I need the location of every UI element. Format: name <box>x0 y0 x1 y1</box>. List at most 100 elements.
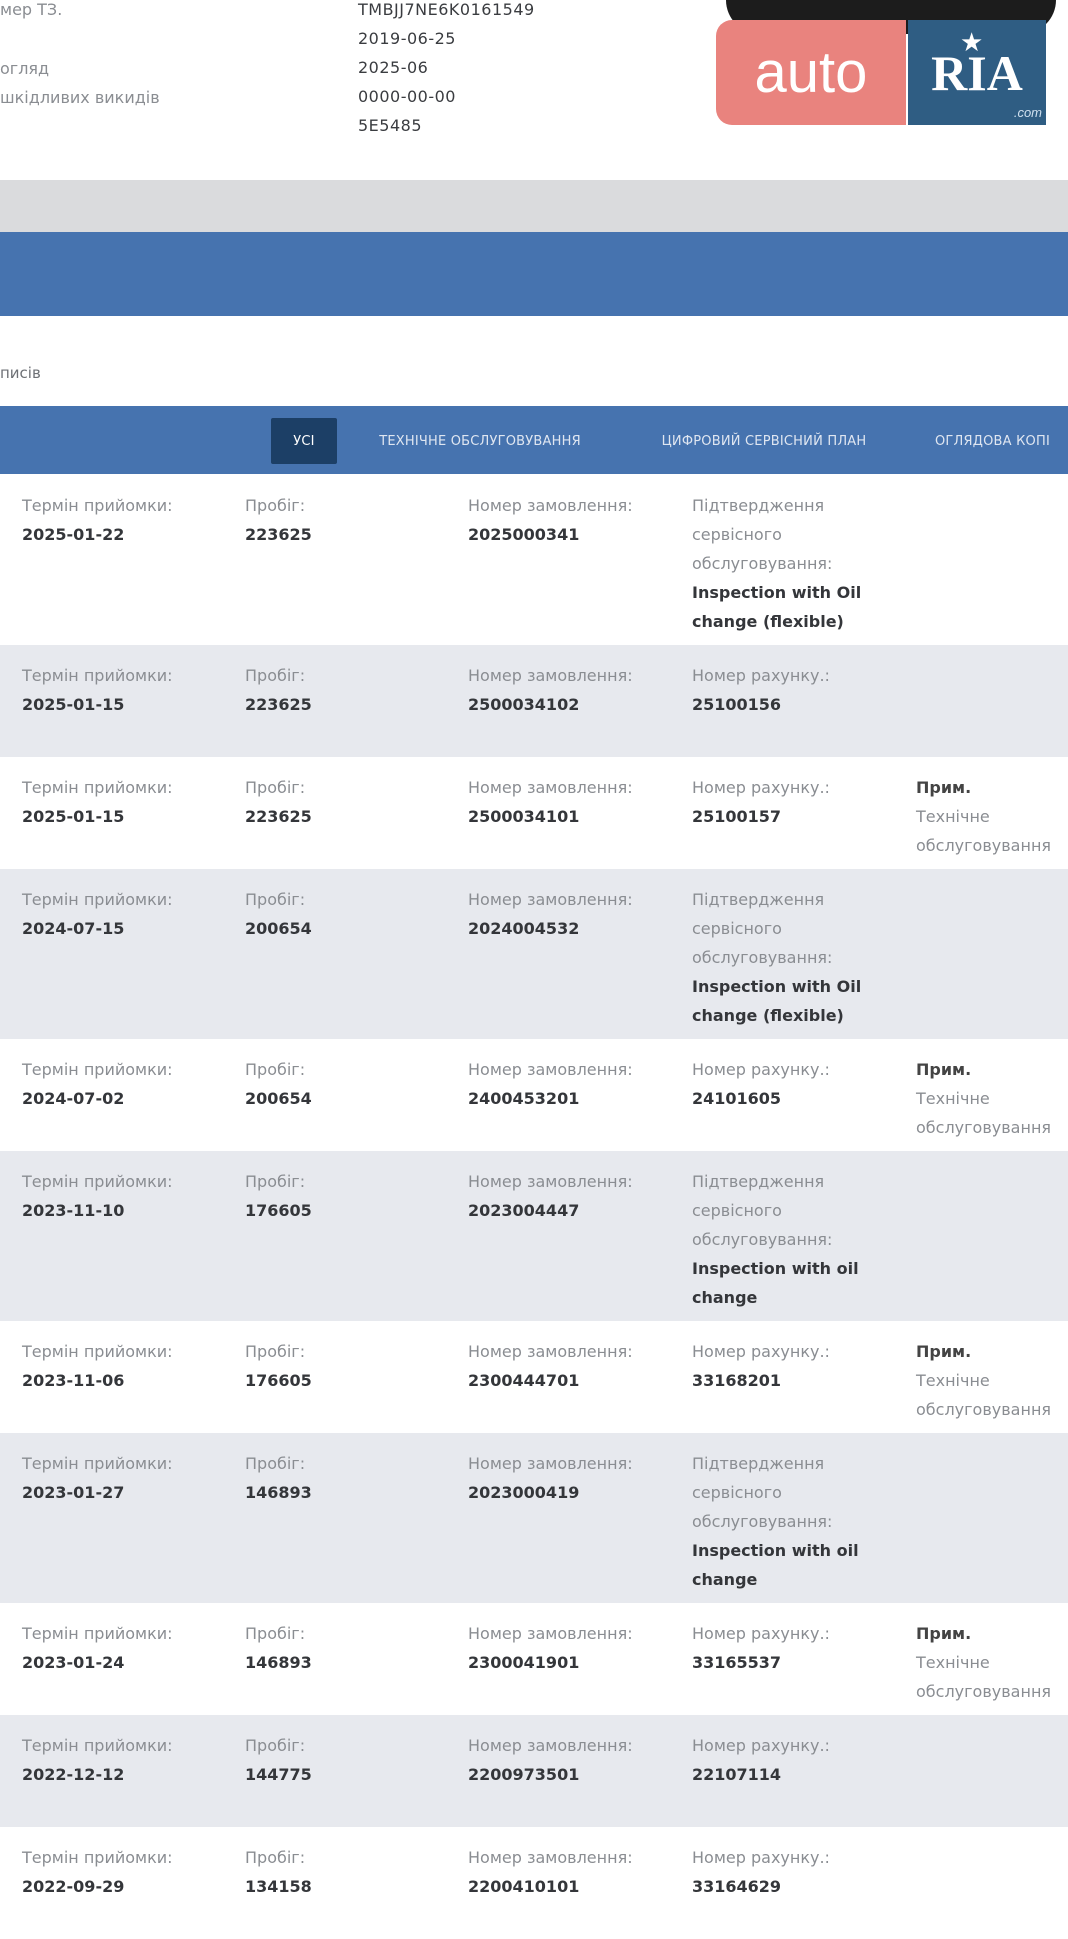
mileage-cell: Пробіг: 144775 <box>245 1731 445 1789</box>
mileage-value: 223625 <box>245 695 312 714</box>
mileage-cell: Пробіг: 223625 <box>245 661 445 719</box>
service-confirmation-value: Inspection with oil change <box>692 1541 859 1589</box>
order-number-label: Номер замовлення: <box>468 1848 633 1867</box>
order-number-cell: Номер замовлення: 2024004532 <box>468 885 668 943</box>
invoice-number-value: 33165537 <box>692 1653 782 1672</box>
note-label: Прим. <box>916 1342 972 1361</box>
invoice-number-value: 25100157 <box>692 807 782 826</box>
order-number-value: 2023000419 <box>468 1483 580 1502</box>
mileage-label: Пробіг: <box>245 1454 306 1473</box>
tab-inspection-copy[interactable]: ОГЛЯДОВА КОПІ <box>915 418 1068 464</box>
receipt-date-cell: Термін прийомки: 2022-09-29 <box>22 1843 232 1901</box>
note-label: Прим. <box>916 778 972 797</box>
receipt-date-value: 2023-11-06 <box>22 1371 125 1390</box>
vehicle-value-0: TMBJJ7NE6K0161549 <box>358 0 535 19</box>
receipt-date-value: 2022-12-12 <box>22 1765 125 1784</box>
order-number-cell: Номер замовлення: 2025000341 <box>468 491 668 549</box>
table-row: Термін прийомки: 2023-11-10 Пробіг: 176605 Н… <box>0 1151 1068 1321</box>
receipt-date-value: 2024-07-02 <box>22 1089 125 1108</box>
tab-digital-service-plan[interactable]: ЦИФРОВИЙ СЕРВІСНИЙ ПЛАН <box>623 418 905 464</box>
note-label: Прим. <box>916 1624 972 1643</box>
invoice-number-label: Номер рахунку.: <box>692 1624 830 1643</box>
invoice-number-label: Номер рахунку.: <box>692 1848 830 1867</box>
order-number-cell: Номер замовлення: 2300041901 <box>468 1619 668 1677</box>
order-number-value: 2300041901 <box>468 1653 580 1672</box>
section-subtitle: писів <box>0 364 41 382</box>
receipt-date-cell: Термін прийомки: 2024-07-02 <box>22 1055 232 1113</box>
vehicle-value-3: 0000-00-00 <box>358 87 456 106</box>
order-number-cell: Номер замовлення: 2300444701 <box>468 1337 668 1395</box>
note-value: Технічне обслуговування <box>916 1653 1052 1701</box>
mileage-value: 146893 <box>245 1483 312 1502</box>
table-row: Термін прийомки: 2023-11-06 Пробіг: 176605 Н… <box>0 1321 1068 1433</box>
service-confirmation-label: Підтвердження сервісного обслуговування: <box>692 1172 833 1249</box>
mileage-cell: Пробіг: 200654 <box>245 885 445 943</box>
order-number-label: Номер замовлення: <box>468 1342 633 1361</box>
mileage-cell: Пробіг: 176605 <box>245 1337 445 1395</box>
mileage-label: Пробіг: <box>245 778 306 797</box>
mileage-label: Пробіг: <box>245 496 306 515</box>
receipt-date-value: 2025-01-22 <box>22 525 125 544</box>
table-row: Термін прийомки: 2024-07-02 Пробіг: 200654 Н… <box>0 1039 1068 1151</box>
order-number-cell: Номер замовлення: 2200410101 <box>468 1843 668 1901</box>
service-confirmation-value: Inspection with Oil change (flexible) <box>692 977 862 1025</box>
invoice-number-label: Номер рахунку.: <box>692 1060 830 1079</box>
note-cell: Прим. Технічне обслуговування <box>916 1055 1068 1142</box>
order-number-label: Номер замовлення: <box>468 496 633 515</box>
mileage-value: 134158 <box>245 1877 312 1896</box>
mileage-value: 223625 <box>245 807 312 826</box>
receipt-date-label: Термін прийомки: <box>22 778 173 797</box>
table-row: Термін прийомки: 2023-01-27 Пробіг: 146893 Н… <box>0 1433 1068 1603</box>
receipt-date-value: 2025-01-15 <box>22 807 125 826</box>
order-number-cell: Номер замовлення: 2500034102 <box>468 661 668 719</box>
mileage-label: Пробіг: <box>245 1624 306 1643</box>
logo-auto-text: auto <box>716 20 906 125</box>
invoice-number-value: 33164629 <box>692 1877 782 1896</box>
order-number-value: 2025000341 <box>468 525 580 544</box>
receipt-date-cell: Термін прийомки: 2022-12-12 <box>22 1731 232 1789</box>
mileage-label: Пробіг: <box>245 1342 306 1361</box>
receipt-date-cell: Термін прийомки: 2023-11-10 <box>22 1167 232 1225</box>
order-number-value: 2500034101 <box>468 807 580 826</box>
table-row: Термін прийомки: 2025-01-22 Пробіг: 223625 Н… <box>0 475 1068 645</box>
note-cell: Прим. Технічне обслуговування <box>916 1337 1068 1424</box>
vehicle-value-1: 2019-06-25 <box>358 29 456 48</box>
order-number-label: Номер замовлення: <box>468 1454 633 1473</box>
mileage-cell: Пробіг: 223625 <box>245 491 445 549</box>
logo-com-text: .com <box>1013 105 1042 120</box>
vehicle-value-2: 2025-06 <box>358 58 429 77</box>
table-row: Термін прийомки: 2022-09-29 Пробіг: 134158 Н… <box>0 1827 1068 1939</box>
receipt-date-value: 2023-01-27 <box>22 1483 125 1502</box>
mileage-cell: Пробіг: 200654 <box>245 1055 445 1113</box>
order-number-value: 2400453201 <box>468 1089 580 1108</box>
mileage-cell: Пробіг: 146893 <box>245 1619 445 1677</box>
receipt-date-cell: Термін прийомки: 2024-07-15 <box>22 885 232 943</box>
invoice-number-cell: Номер рахунку.: 33168201 <box>692 1337 902 1395</box>
invoice-number-cell: Номер рахунку.: 33164629 <box>692 1843 902 1901</box>
receipt-date-label: Термін прийомки: <box>22 1454 173 1473</box>
mileage-label: Пробіг: <box>245 1736 306 1755</box>
receipt-date-label: Термін прийомки: <box>22 890 173 909</box>
mileage-label: Пробіг: <box>245 890 306 909</box>
mileage-value: 223625 <box>245 525 312 544</box>
order-number-label: Номер замовлення: <box>468 890 633 909</box>
service-confirmation-label: Підтвердження сервісного обслуговування: <box>692 1454 833 1531</box>
receipt-date-label: Термін прийомки: <box>22 1736 173 1755</box>
note-value: Технічне обслуговування <box>916 1371 1052 1419</box>
tab-all[interactable]: УСІ <box>271 418 337 464</box>
tab-maintenance[interactable]: ТЕХНІЧНЕ ОБСЛУГОВУВАННЯ <box>345 418 615 464</box>
receipt-date-cell: Термін прийомки: 2025-01-22 <box>22 491 232 549</box>
order-number-value: 2200973501 <box>468 1765 580 1784</box>
table-row: Термін прийомки: 2025-01-15 Пробіг: 223625 Н… <box>0 645 1068 757</box>
invoice-number-cell: Номер рахунку.: 33165537 <box>692 1619 902 1677</box>
receipt-date-value: 2024-07-15 <box>22 919 125 938</box>
service-confirmation-cell: Підтвердження сервісного обслуговування:… <box>692 1167 902 1312</box>
receipt-date-label: Термін прийомки: <box>22 1342 173 1361</box>
mileage-cell: Пробіг: 134158 <box>245 1843 445 1901</box>
invoice-number-value: 22107114 <box>692 1765 782 1784</box>
mileage-cell: Пробіг: 176605 <box>245 1167 445 1225</box>
mileage-label: Пробіг: <box>245 1172 306 1191</box>
receipt-date-label: Термін прийомки: <box>22 1172 173 1191</box>
mileage-cell: Пробіг: 146893 <box>245 1449 445 1507</box>
order-number-value: 2300444701 <box>468 1371 580 1390</box>
